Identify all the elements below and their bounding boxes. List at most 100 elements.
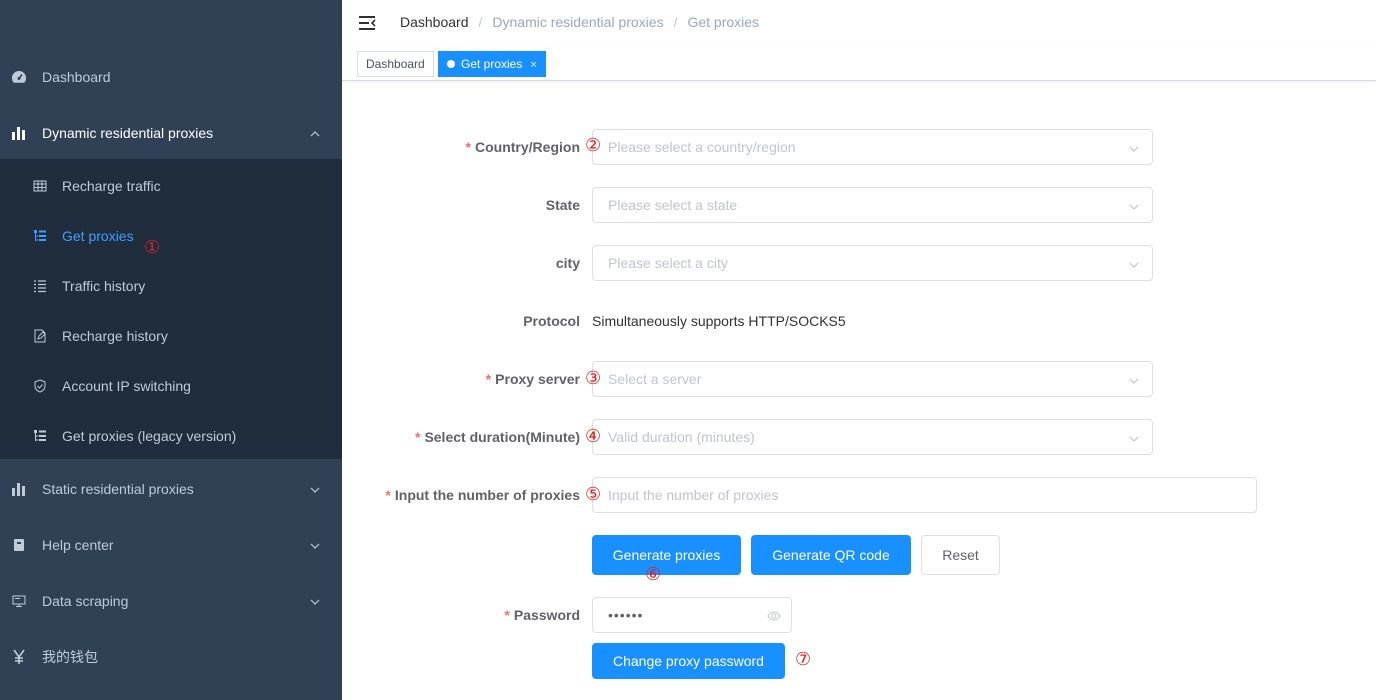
form-row-city: city Please select a city [342,245,1376,281]
state-placeholder: Please select a state [608,197,738,213]
sidebar-item-label: Static residential proxies [42,481,194,497]
sidebar-item-label: Recharge traffic [62,178,161,194]
breadcrumb-separator: / [478,14,483,30]
annotation-marker-5: ⑤ [585,484,602,505]
city-placeholder: Please select a city [608,255,728,271]
protocol-label: Protocol [523,313,580,329]
proxy-count-label: * Input the number of proxies [385,487,580,503]
sidebar-item-label: Recharge history [62,328,168,344]
city-label: city [555,255,580,271]
annotation-marker-1: ① [144,237,161,258]
annotation-marker-2: ② [585,135,602,156]
form-row-country: * Country/Region Please select a country/… [342,129,1376,165]
password-label: * Password [504,607,580,623]
table-icon [32,178,48,194]
submenu-dynamic-residential-proxies: Recharge traffic Get proxies Traffic his… [0,159,342,459]
form-row-protocol: Protocol Simultaneously supports HTTP/SO… [342,303,1376,339]
sidebar-item-help-center[interactable]: Help center [0,517,342,573]
protocol-value: Simultaneously supports HTTP/SOCKS5 [592,313,846,329]
sidebar-item-account-ip-switching[interactable]: Account IP switching [0,361,342,411]
sidebar-item-label: Get proxies (legacy version) [62,428,237,444]
state-label: State [545,197,580,213]
tag-dashboard[interactable]: Dashboard [357,51,434,77]
sidebar-item-label: Dashboard [42,69,111,85]
proxy-count-placeholder: Input the number of proxies [608,487,779,503]
tags-view: Dashboard Get proxies × [342,47,1376,81]
generate-qr-code-button[interactable]: Generate QR code [751,535,911,575]
proxy-count-input[interactable]: Input the number of proxies [592,477,1257,513]
active-dot-icon [447,60,455,68]
proxy-server-label: * Proxy server [485,371,580,387]
change-proxy-password-button[interactable]: Change proxy password [592,643,785,679]
sidebar-item-dashboard[interactable]: Dashboard [0,49,342,105]
tag-get-proxies[interactable]: Get proxies × [438,51,546,77]
hamburger-icon[interactable] [358,13,378,33]
country-select[interactable]: Please select a country/region [592,129,1153,165]
navbar: Dashboard / Dynamic residential proxies … [342,0,1376,47]
bar-chart-icon [11,481,27,497]
breadcrumb-item-dashboard[interactable]: Dashboard [400,14,469,30]
chevron-down-icon [1128,142,1140,154]
duration-label: * Select duration(Minute) [414,429,580,445]
sidebar-item-get-proxies-legacy[interactable]: Get proxies (legacy version) [0,411,342,461]
form-row-password: * Password •••••• [342,597,1376,633]
bar-chart-icon [11,125,27,141]
proxy-server-select[interactable]: Select a server [592,361,1153,397]
tag-label: Dashboard [366,57,425,71]
sidebar-item-label: Dynamic residential proxies [42,125,214,141]
chevron-down-icon [309,539,321,551]
chevron-down-icon [1128,258,1140,270]
list-icon [32,278,48,294]
sidebar-item-label: Get proxies [62,228,134,244]
sidebar-item-wallet[interactable]: 我的钱包 [0,629,342,685]
sidebar-item-recharge-traffic[interactable]: Recharge traffic [0,161,342,211]
list-tree-icon [32,428,48,444]
password-input[interactable]: •••••• [592,597,792,633]
sidebar-item-data-scraping[interactable]: Data scraping [0,573,342,629]
breadcrumb-item-get-proxies: Get proxies [687,14,760,30]
breadcrumb-item-dynamic-residential-proxies: Dynamic residential proxies [492,14,664,30]
country-label: * Country/Region [465,139,580,155]
chevron-down-icon [1128,432,1140,444]
annotation-marker-3: ③ [585,368,602,389]
city-select[interactable]: Please select a city [592,245,1153,281]
sidebar-item-static-residential-proxies[interactable]: Static residential proxies [0,461,342,517]
monitor-icon [11,593,27,609]
tag-label: Get proxies [461,57,523,71]
country-placeholder: Please select a country/region [608,139,796,155]
yen-icon [11,649,27,665]
duration-placeholder: Valid duration (minutes) [608,429,755,445]
sidebar-item-label: Help center [42,537,114,553]
annotation-marker-7: ⑦ [795,649,812,670]
form-row-state: State Please select a state [342,187,1376,223]
form-row-proxy-server: * Proxy server Select a server [342,361,1376,397]
annotation-marker-6: ⑥ [645,564,662,585]
sidebar-item-traffic-history[interactable]: Traffic history [0,261,342,311]
close-icon[interactable]: × [530,59,536,71]
chevron-down-icon [309,595,321,607]
sidebar-item-label: Traffic history [62,278,146,294]
book-icon [11,537,27,553]
breadcrumb-separator: / [673,14,678,30]
state-select[interactable]: Please select a state [592,187,1153,223]
sidebar-item-label: 我的钱包 [42,650,98,666]
chevron-down-icon [1128,374,1140,386]
proxy-server-placeholder: Select a server [608,371,702,387]
duration-select[interactable]: Valid duration (minutes) [592,419,1153,455]
sidebar-item-recharge-history[interactable]: Recharge history [0,311,342,361]
form-row-proxy-count: * Input the number of proxies Input the n… [342,477,1376,513]
sidebar-item-get-proxies[interactable]: Get proxies [0,211,342,261]
sidebar-item-dynamic-residential-proxies[interactable]: Dynamic residential proxies [0,105,342,161]
chevron-down-icon [309,483,321,495]
shield-icon [32,378,48,394]
reset-button[interactable]: Reset [921,535,1000,575]
sidebar: Dashboard Dynamic residential proxies Re… [0,0,342,700]
list-tree-icon [32,228,48,244]
chevron-down-icon [1128,200,1140,212]
dashboard-icon [11,69,27,85]
generate-proxies-button[interactable]: Generate proxies [592,535,741,575]
chevron-up-icon [309,127,321,139]
eye-icon[interactable] [767,609,781,623]
password-value: •••••• [608,607,644,623]
sidebar-item-label: Data scraping [42,593,129,609]
